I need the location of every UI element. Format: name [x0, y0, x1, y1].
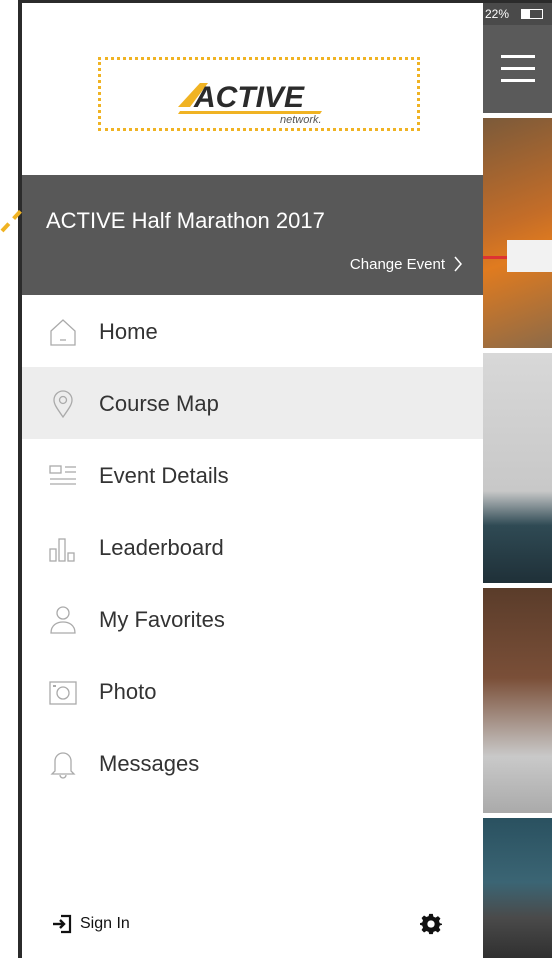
menu-label: Photo	[99, 679, 157, 704]
menu-label: Event Details	[99, 463, 229, 488]
app-header	[483, 25, 552, 113]
sign-in-icon	[53, 914, 72, 934]
menu-item-my-favorites[interactable]: My Favorites	[22, 583, 483, 655]
active-network-logo: ACTIVE network.	[178, 81, 322, 126]
navigation-drawer: ACTIVE network. ACTIVE Half Marathon 201…	[22, 3, 483, 958]
hamburger-menu-icon[interactable]	[501, 55, 535, 85]
event-title: ACTIVE Half Marathon 2017	[46, 208, 325, 233]
menu-item-event-details[interactable]: Event Details	[22, 439, 483, 511]
bell-icon	[50, 752, 76, 779]
menu-label: Leaderboard	[99, 535, 224, 560]
battery-icon	[521, 9, 543, 19]
svg-text:ACTIVE: ACTIVE	[193, 81, 305, 114]
race-bib	[507, 240, 552, 272]
details-icon	[49, 465, 76, 485]
camera-icon	[49, 681, 77, 705]
menu-label: Course Map	[99, 391, 219, 416]
photo-tile-runner[interactable]	[483, 118, 552, 348]
menu-item-leaderboard[interactable]: Leaderboard	[22, 511, 483, 583]
menu-item-home[interactable]: Home	[22, 295, 483, 367]
photo-tile-crowd[interactable]	[483, 588, 552, 813]
background-app: 22%	[483, 3, 552, 958]
menu-item-course-map[interactable]: Course Map	[22, 367, 483, 439]
photo-tile-building[interactable]	[483, 353, 552, 583]
change-event-label: Change Event	[349, 255, 445, 273]
home-icon	[50, 319, 76, 346]
event-header	[22, 175, 483, 295]
menu-label: Home	[99, 319, 158, 344]
menu-label: Messages	[99, 751, 200, 776]
drawer-menu: Home Course Map Event Details Leaderboar…	[22, 295, 483, 799]
settings-gear-icon[interactable]	[420, 913, 442, 935]
chevron-right-icon	[454, 256, 462, 272]
menu-item-messages[interactable]: Messages	[22, 727, 483, 799]
menu-item-photo[interactable]: Photo	[22, 655, 483, 727]
sign-in-label: Sign In	[80, 915, 130, 932]
change-event-link[interactable]: Change Event	[350, 255, 463, 273]
map-pin-icon	[53, 390, 73, 419]
leaderboard-icon	[49, 538, 75, 562]
photo-tile-finish[interactable]	[483, 818, 552, 958]
status-bar: 22%	[483, 3, 552, 25]
sign-in-button[interactable]: Sign In	[52, 914, 130, 934]
person-icon	[50, 606, 76, 634]
menu-label: My Favorites	[99, 607, 225, 632]
svg-text:network.: network.	[280, 114, 322, 126]
battery-label: 22%	[485, 7, 510, 21]
